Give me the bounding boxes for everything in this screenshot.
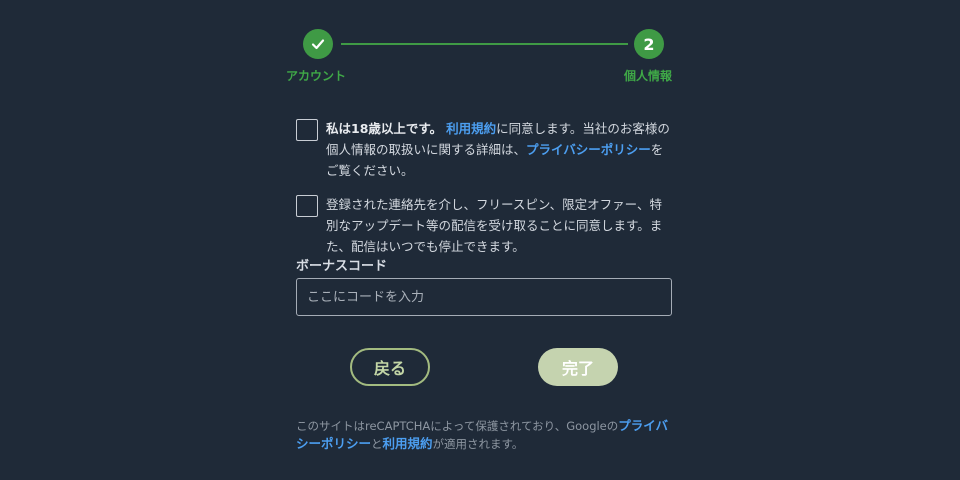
privacy-policy-link[interactable]: プライバシーポリシー: [526, 142, 651, 157]
step-connector-line: [341, 43, 628, 45]
recaptcha-prefix-text: このサイトはreCAPTCHAによって保護されており、Googleの: [296, 419, 619, 433]
progress-stepper: 2 アカウント 個人情報: [0, 0, 960, 90]
google-terms-link[interactable]: 利用規約: [383, 436, 433, 451]
marketing-consent-text: 登録された連絡先を介し、フリースピン、限定オファー、特別なアップデート等の配信を…: [326, 197, 663, 254]
step-1-completed-circle: [303, 29, 333, 59]
age-terms-consent-text: 私は18歳以上です。 利用規約に同意します。当社のお客様の個人情報の取扱いに関す…: [326, 118, 672, 181]
marketing-consent-row: 登録された連絡先を介し、フリースピン、限定オファー、特別なアップデート等の配信を…: [296, 194, 676, 257]
step-2-label: 個人情報: [624, 69, 673, 83]
age-terms-checkbox[interactable]: [296, 119, 318, 141]
recaptcha-suffix-text: が適用されます。: [432, 437, 524, 451]
step-1-label: アカウント: [286, 69, 347, 83]
recaptcha-notice: このサイトはreCAPTCHAによって保護されており、Googleのプライバシー…: [296, 417, 676, 453]
age-terms-consent-row: 私は18歳以上です。 利用規約に同意します。当社のお客様の個人情報の取扱いに関す…: [296, 118, 676, 181]
bonus-code-input[interactable]: [296, 278, 672, 316]
check-icon: [311, 39, 325, 50]
recaptcha-and-text: と: [371, 437, 383, 451]
step-2-circle: 2: [634, 29, 664, 59]
terms-link[interactable]: 利用規約: [446, 121, 496, 136]
bonus-code-label: ボーナスコード: [296, 259, 388, 274]
marketing-consent-checkbox[interactable]: [296, 195, 318, 217]
back-button[interactable]: 戻る: [350, 348, 430, 386]
done-button[interactable]: 完了: [538, 348, 618, 386]
age-confirmation-text: 私は18歳以上です。: [326, 121, 443, 136]
consent-section: 私は18歳以上です。 利用規約に同意します。当社のお客様の個人情報の取扱いに関す…: [296, 118, 676, 257]
